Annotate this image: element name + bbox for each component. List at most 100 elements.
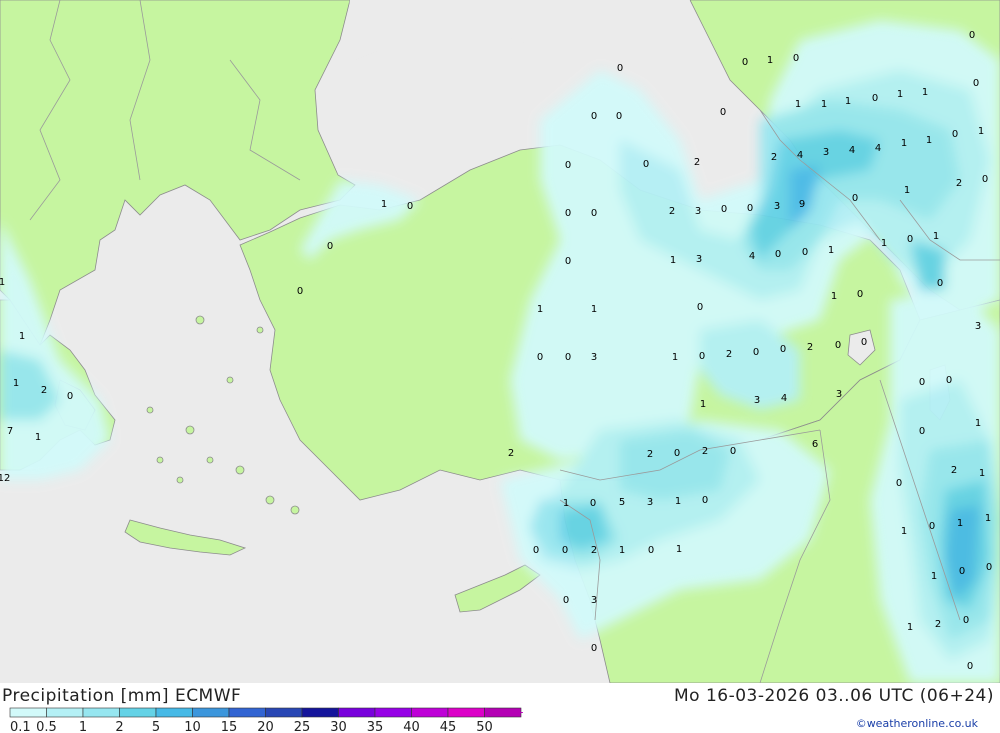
- precipitation-value-label: 1: [670, 255, 676, 266]
- precipitation-value-label: 1: [619, 545, 625, 556]
- precipitation-value-label: 1: [537, 304, 543, 315]
- legend-swatch: [119, 707, 157, 718]
- legend-tick-label: 0.1: [10, 720, 31, 733]
- precipitation-value-label: 0: [407, 201, 413, 212]
- precipitation-value-label: 1: [591, 304, 597, 315]
- legend-swatch: [338, 707, 376, 718]
- precipitation-value-label: 2: [508, 448, 514, 459]
- precipitation-value-label: 0: [563, 595, 569, 606]
- precipitation-value-label: 12: [0, 473, 10, 484]
- precipitation-value-label: 1: [35, 432, 41, 443]
- precipitation-value-label: 5: [619, 497, 625, 508]
- precipitation-value-label: 0: [591, 643, 597, 654]
- precipitation-value-label: 0: [973, 78, 979, 89]
- precipitation-value-label: 0: [537, 352, 543, 363]
- precipitation-value-label: 1: [985, 513, 991, 524]
- credit-link[interactable]: ©weatheronline.co.uk: [856, 717, 978, 730]
- precipitation-value-label: 1: [795, 99, 801, 110]
- precipitation-value-label: 2: [41, 385, 47, 396]
- precipitation-value-label: 1: [675, 496, 681, 507]
- precipitation-value-label: 4: [875, 143, 881, 154]
- precipitation-value-label: 1: [897, 89, 903, 100]
- precipitation-value-label: 0: [919, 426, 925, 437]
- precipitation-value-label: 1: [901, 138, 907, 149]
- precipitation-value-label: 9: [799, 199, 805, 210]
- precipitation-value-label: 1: [901, 526, 907, 537]
- precipitation-value-label: 0: [907, 234, 913, 245]
- precipitation-value-label: 0: [721, 204, 727, 215]
- precipitation-value-label: 0: [802, 247, 808, 258]
- precipitation-value-label: 0: [730, 446, 736, 457]
- precipitation-value-label: 1: [979, 468, 985, 479]
- precipitation-value-label: 0: [952, 129, 958, 140]
- color-scale-legend: 0.1 0.5 1 2 5 10 15 20 25 30 35 40 45 50: [9, 707, 523, 733]
- precipitation-value-label: 1: [563, 498, 569, 509]
- precipitation-value-label: 1: [672, 352, 678, 363]
- legend-tick-label: 5: [152, 720, 160, 733]
- precipitation-value-label: 0: [697, 302, 703, 313]
- legend-tick-label: 40: [403, 720, 420, 733]
- precipitation-value-label: 2: [591, 545, 597, 556]
- legend-tick-label: 35: [367, 720, 384, 733]
- precipitation-value-label: 0: [959, 566, 965, 577]
- precipitation-value-label: 6: [812, 439, 818, 450]
- precipitation-value-label: 0: [533, 545, 539, 556]
- precipitation-value-label: 0: [616, 111, 622, 122]
- precipitation-value-label: 1: [933, 231, 939, 242]
- precipitation-value-label: 4: [849, 145, 855, 156]
- legend-tick-label: 20: [257, 720, 274, 733]
- precipitation-value-label: 4: [749, 251, 755, 262]
- precipitation-value-label: 2: [694, 157, 700, 168]
- precipitation-value-label: 2: [647, 449, 653, 460]
- precipitation-value-label: 0: [617, 63, 623, 74]
- legend-swatch: [228, 707, 266, 718]
- precipitation-value-label: 1: [831, 291, 837, 302]
- precipitation-value-label: 1: [978, 126, 984, 137]
- precipitation-value-label: 0: [937, 278, 943, 289]
- precipitation-value-label: 0: [986, 562, 992, 573]
- precipitation-value-label: 0: [852, 193, 858, 204]
- legend-tick-label: 50: [476, 720, 493, 733]
- precipitation-value-label: 1: [700, 399, 706, 410]
- legend-tick-label: 1: [79, 720, 87, 733]
- precipitation-value-label: 1: [926, 135, 932, 146]
- precipitation-value-label: 0: [67, 391, 73, 402]
- precipitation-value-label: 2: [771, 152, 777, 163]
- precipitation-value-label: 1: [13, 378, 19, 389]
- legend-tick-label: 25: [294, 720, 311, 733]
- precipitation-value-label: 0: [963, 615, 969, 626]
- precipitation-value-label: 4: [797, 150, 803, 161]
- legend-swatch: [9, 707, 47, 718]
- precipitation-value-label: 0: [747, 203, 753, 214]
- precipitation-value-label: 0: [967, 661, 973, 672]
- precipitation-value-label: 0: [946, 375, 952, 386]
- precipitation-value-label: 0: [674, 448, 680, 459]
- precipitation-value-label: 1: [381, 199, 387, 210]
- legend-tick-label: 15: [221, 720, 238, 733]
- precipitation-value-label: 1: [845, 96, 851, 107]
- precipitation-value-label: 1: [931, 571, 937, 582]
- precipitation-value-label: 0: [775, 249, 781, 260]
- precipitation-value-label: 3: [836, 389, 842, 400]
- precipitation-value-label: 1: [881, 238, 887, 249]
- precipitation-value-label: 0: [327, 241, 333, 252]
- legend-swatch: [301, 707, 339, 718]
- legend-tick-label: 30: [330, 720, 347, 733]
- precipitation-value-label: 7: [7, 426, 13, 437]
- legend-swatch: [155, 707, 193, 718]
- legend-swatch: [447, 707, 485, 718]
- precipitation-value-label: 1: [904, 185, 910, 196]
- forecast-datetime: Mo 16-03-2026 03..06 UTC (06+24): [673, 686, 994, 706]
- precipitation-value-label: 0: [643, 159, 649, 170]
- precipitation-value-label: 0: [982, 174, 988, 185]
- precipitation-value-label: 1: [676, 544, 682, 555]
- precipitation-value-label: 3: [975, 321, 981, 332]
- precipitation-value-label: 0: [565, 352, 571, 363]
- precipitation-value-label: 3: [591, 595, 597, 606]
- precipitation-value-label: 1: [828, 245, 834, 256]
- precipitation-value-label: 1: [821, 99, 827, 110]
- precipitation-value-label: 0: [565, 160, 571, 171]
- legend-swatch: [374, 707, 412, 718]
- precipitation-value-label: 0: [780, 344, 786, 355]
- precipitation-map: 0 0 1 0 0 0 1 1 1 0 1 1 0 0 0 2 2 4 3 4 4 1 1 0 1 0 0 2 3 0 0 3 9 0 2 0 1 0 0 1…: [0, 0, 1000, 683]
